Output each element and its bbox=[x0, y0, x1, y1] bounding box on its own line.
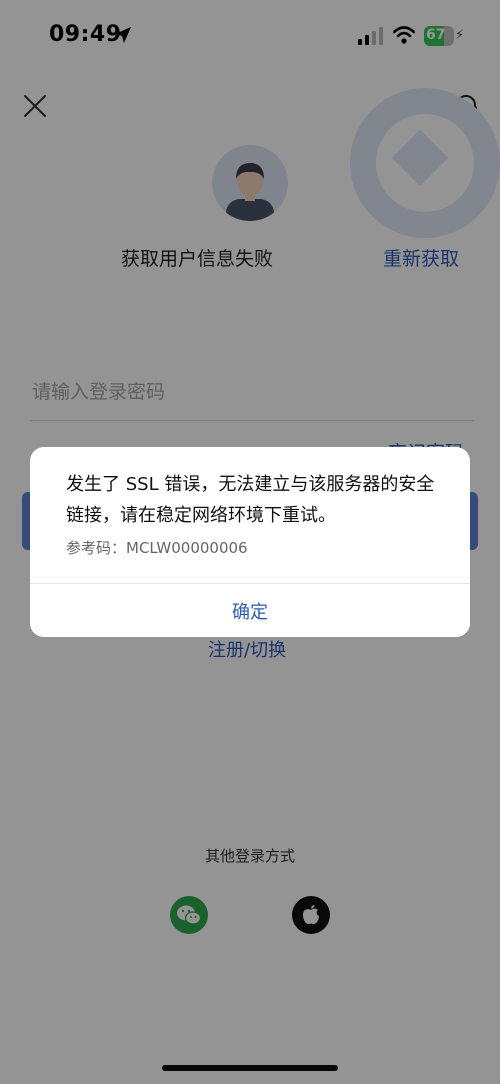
dialog-message: 发生了 SSL 错误，无法建立与该服务器的安全链接，请在稳定网络环境下重试。 bbox=[66, 474, 435, 526]
confirm-button[interactable]: 确定 bbox=[30, 584, 470, 637]
reference-code-value: MCLW00000006 bbox=[126, 539, 248, 557]
reference-code-label: 参考码： bbox=[66, 539, 127, 557]
ssl-error-dialog: 发生了 SSL 错误，无法建立与该服务器的安全链接，请在稳定网络环境下重试。 参… bbox=[30, 447, 470, 637]
reference-code-line: 参考码：MCLW00000006 bbox=[66, 537, 248, 558]
login-screen: 09:49 67 ⚡ 获取用户信息失败 重新获取 注册/切换 其他登录方式 @牛… bbox=[0, 0, 500, 1084]
